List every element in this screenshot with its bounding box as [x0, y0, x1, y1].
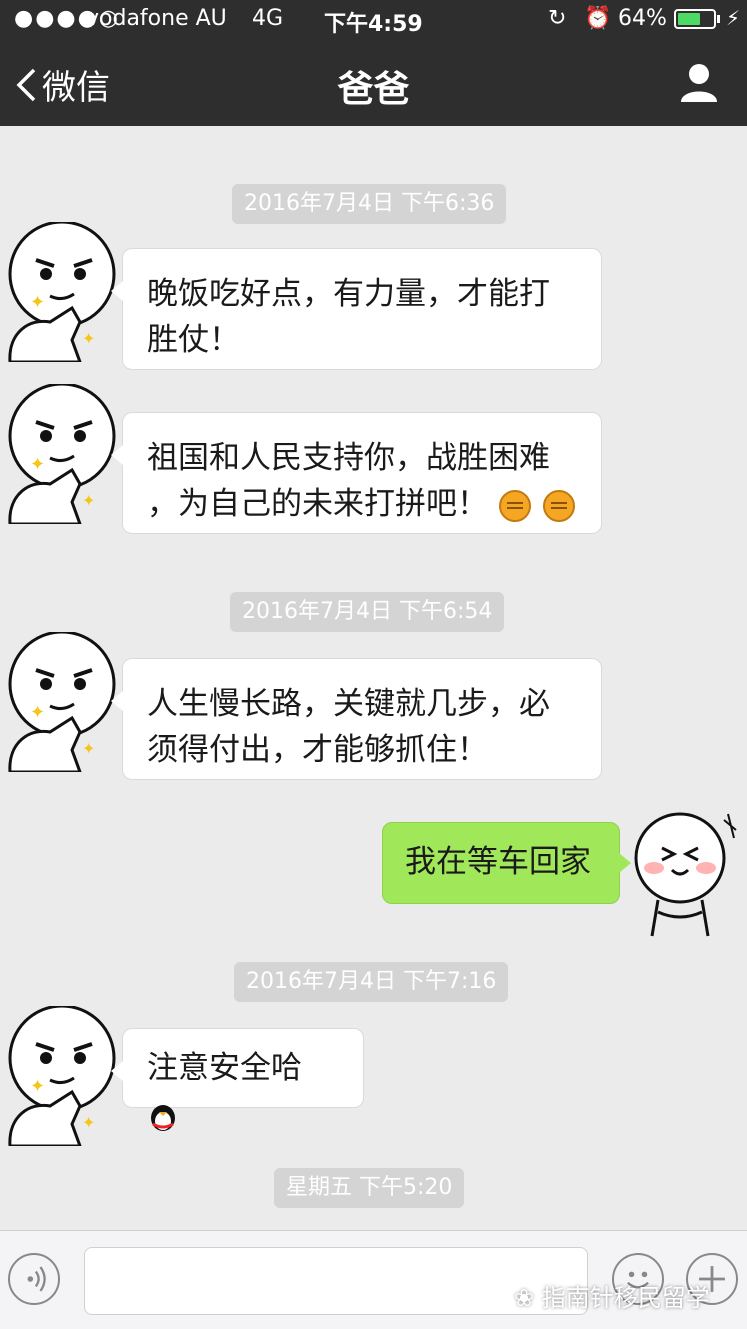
my-avatar[interactable]	[632, 812, 744, 940]
message-text: 须得付出，才能够抓住！	[147, 732, 488, 768]
watermark: ❀ 指南针移民留学	[514, 1278, 710, 1313]
charging-icon: ⚡	[726, 6, 741, 30]
fist-emoji-icon	[542, 489, 575, 522]
received-message-bubble[interactable]: 祖国和人民支持你，战胜困难 ，为自己的未来打拼吧！	[111, 412, 602, 534]
dad-avatar[interactable]: ✦ ✦	[0, 384, 116, 524]
message-text: 注意安全哈	[147, 1050, 302, 1086]
alarm-icon: ⏰	[584, 6, 612, 31]
message-text: ，为自己的未来打拼吧！	[147, 486, 488, 522]
battery-tip	[717, 15, 720, 23]
chat-area[interactable]: 2016年7月4日 下午6:36 ✦ ✦ 晚饭吃好点，有力量，才能打 胜仗！ ✦…	[0, 126, 747, 1230]
svg-text:✦: ✦	[30, 1076, 45, 1097]
message-text: 祖国和人民支持你，战胜困难	[147, 440, 550, 476]
svg-text:✦: ✦	[82, 1113, 95, 1132]
message-text: 人生慢长路，关键就几步，必	[147, 686, 550, 722]
carrier-name: vodafone AU	[86, 6, 227, 31]
received-message-bubble[interactable]: 人生慢长路，关键就几步，必 须得付出，才能够抓住！	[111, 658, 602, 780]
dad-avatar[interactable]: ✦ ✦	[0, 632, 116, 772]
battery-fill	[678, 13, 700, 25]
timestamp: 星期五 下午5:20	[274, 1168, 465, 1208]
svg-text:✦: ✦	[30, 292, 45, 313]
penguin-emoji-icon	[151, 1104, 175, 1131]
profile-icon[interactable]	[679, 62, 719, 102]
timestamp: 2016年7月4日 下午6:36	[232, 184, 507, 224]
received-message-bubble[interactable]: 晚饭吃好点，有力量，才能打 胜仗！	[111, 248, 602, 370]
received-message-bubble[interactable]: 注意安全哈	[111, 1028, 364, 1131]
nav-bar: 微信 爸爸	[0, 40, 747, 126]
wechat-logo-icon: ❀	[514, 1284, 535, 1312]
battery-icon	[674, 9, 716, 29]
message-input[interactable]	[84, 1247, 588, 1315]
svg-text:✦: ✦	[82, 739, 95, 758]
svg-text:✦: ✦	[82, 491, 95, 510]
message-text: 胜仗！	[147, 322, 240, 358]
voice-input-icon[interactable]	[8, 1253, 60, 1305]
status-bar: ●●●●○ vodafone AU 4G 下午4:59 ↻ ⏰ 64% ⚡	[0, 0, 747, 40]
watermark-text: 指南针移民留学	[541, 1284, 710, 1312]
svg-text:✦: ✦	[30, 702, 45, 723]
dad-avatar[interactable]: ✦ ✦	[0, 222, 116, 362]
status-time: 下午4:59	[324, 12, 423, 37]
svg-text:✦: ✦	[82, 329, 95, 348]
message-text: 我在等车回家	[405, 844, 591, 880]
rotation-lock-icon: ↻	[548, 6, 567, 31]
fist-emoji-icon	[498, 489, 531, 522]
timestamp: 2016年7月4日 下午6:54	[230, 592, 505, 632]
sent-message-bubble[interactable]: 我在等车回家	[382, 822, 631, 904]
network-type: 4G	[252, 6, 284, 31]
battery-percent: 64%	[618, 6, 667, 31]
dad-avatar[interactable]: ✦ ✦	[0, 1006, 116, 1146]
chat-title: 爸爸	[337, 69, 410, 110]
timestamp: 2016年7月4日 下午7:16	[234, 962, 509, 1002]
message-text: 晚饭吃好点，有力量，才能打	[147, 276, 550, 312]
svg-text:✦: ✦	[30, 454, 45, 475]
